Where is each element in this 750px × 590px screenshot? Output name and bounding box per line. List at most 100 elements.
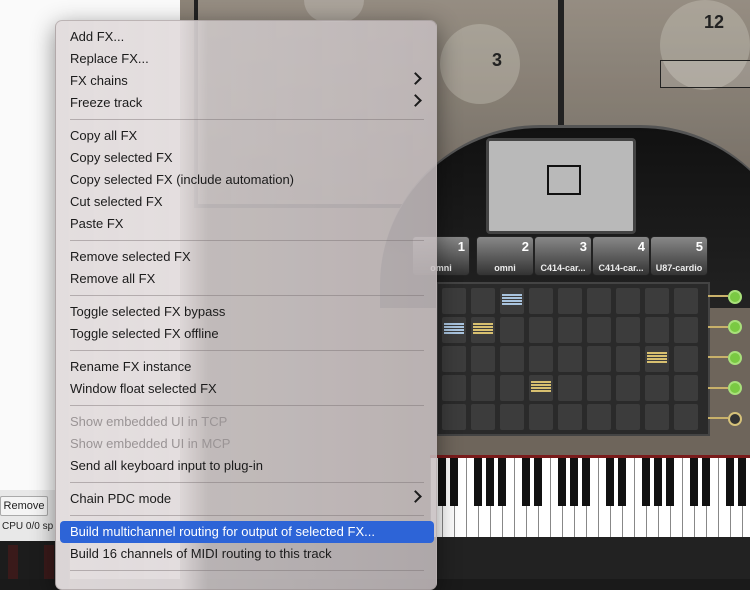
matrix-cell[interactable] (616, 404, 640, 430)
matrix-cell[interactable] (645, 375, 669, 401)
black-key[interactable] (558, 458, 566, 506)
menu-item-paste-fx[interactable]: Paste FX (60, 213, 434, 235)
menu-item-copy-selected-fx-automation[interactable]: Copy selected FX (include automation) (60, 169, 434, 191)
black-key[interactable] (642, 458, 650, 506)
menu-item-rename-fx[interactable]: Rename FX instance (60, 356, 434, 378)
menu-item-label: Freeze track (70, 95, 143, 110)
matrix-cell[interactable] (616, 346, 640, 372)
matrix-cell[interactable] (471, 404, 495, 430)
menu-item-label: Copy all FX (70, 128, 138, 143)
menu-item-window-float[interactable]: Window float selected FX (60, 378, 434, 400)
black-key[interactable] (438, 458, 446, 506)
matrix-cell[interactable] (616, 317, 640, 343)
menu-item-build-midi-routing[interactable]: Build 16 channels of MIDI routing to thi… (60, 543, 434, 565)
matrix-cell[interactable] (500, 375, 524, 401)
matrix-cell[interactable] (471, 375, 495, 401)
menu-item-fx-chains[interactable]: FX chains (60, 70, 434, 92)
black-key[interactable] (486, 458, 494, 506)
black-key[interactable] (702, 458, 710, 506)
matrix-cell[interactable] (442, 404, 466, 430)
matrix-cell[interactable] (500, 346, 524, 372)
matrix-cell[interactable] (529, 346, 553, 372)
menu-item-freeze-track[interactable]: Freeze track (60, 92, 434, 114)
matrix-cell[interactable] (471, 288, 495, 314)
matrix-cell[interactable] (674, 317, 698, 343)
black-key[interactable] (522, 458, 530, 506)
black-key[interactable] (498, 458, 506, 506)
black-key[interactable] (666, 458, 674, 506)
matrix-cell[interactable] (645, 317, 669, 343)
black-key[interactable] (474, 458, 482, 506)
matrix-cell[interactable] (587, 288, 611, 314)
piano-keyboard[interactable] (430, 455, 750, 540)
menu-item-cut-selected-fx[interactable]: Cut selected FX (60, 191, 434, 213)
matrix-cell[interactable] (558, 346, 582, 372)
matrix-cell[interactable] (587, 375, 611, 401)
chevron-right-icon (409, 490, 422, 503)
menu-separator (70, 119, 424, 120)
black-key[interactable] (726, 458, 734, 506)
routing-matrix[interactable] (436, 282, 710, 436)
mic-slot-2[interactable]: 2 omni (476, 236, 534, 276)
black-key[interactable] (618, 458, 626, 506)
menu-item-remove-selected-fx[interactable]: Remove selected FX (60, 246, 434, 268)
matrix-cell[interactable] (587, 346, 611, 372)
black-key[interactable] (534, 458, 542, 506)
matrix-cell[interactable] (558, 317, 582, 343)
mic-slot-label: C414-car... (598, 263, 644, 273)
menu-item-add-fx[interactable]: Add FX... (60, 26, 434, 48)
menu-separator (70, 295, 424, 296)
matrix-cell[interactable] (558, 375, 582, 401)
matrix-cell[interactable] (500, 404, 524, 430)
menu-item-toggle-offline[interactable]: Toggle selected FX offline (60, 323, 434, 345)
matrix-cell[interactable] (529, 317, 553, 343)
output-led-4[interactable] (728, 381, 742, 395)
matrix-cell[interactable] (674, 375, 698, 401)
matrix-cell[interactable] (616, 375, 640, 401)
menu-item-toggle-bypass[interactable]: Toggle selected FX bypass (60, 301, 434, 323)
matrix-cell[interactable] (500, 317, 524, 343)
output-led-5[interactable] (728, 412, 742, 426)
menu-item-copy-selected-fx[interactable]: Copy selected FX (60, 147, 434, 169)
menu-item-send-keyboard[interactable]: Send all keyboard input to plug-in (60, 455, 434, 477)
mic-number: 12 (704, 12, 725, 32)
black-key[interactable] (582, 458, 590, 506)
matrix-cell[interactable] (558, 404, 582, 430)
cpu-readout: CPU 0/0 sp (2, 521, 54, 532)
mic-slot-4[interactable]: 4 C414-car... (592, 236, 650, 276)
black-key[interactable] (450, 458, 458, 506)
remove-button[interactable]: Remove (0, 496, 48, 516)
matrix-cell[interactable] (442, 288, 466, 314)
matrix-cell[interactable] (616, 288, 640, 314)
matrix-cell[interactable] (558, 288, 582, 314)
output-led-3[interactable] (728, 351, 742, 365)
routing-rail (708, 356, 728, 358)
menu-item-copy-all-fx[interactable]: Copy all FX (60, 125, 434, 147)
menu-item-build-multichannel-routing[interactable]: Build multichannel routing for output of… (60, 521, 434, 543)
matrix-cell[interactable] (674, 404, 698, 430)
black-key[interactable] (690, 458, 698, 506)
black-key[interactable] (654, 458, 662, 506)
menu-item-replace-fx[interactable]: Replace FX... (60, 48, 434, 70)
output-led-1[interactable] (728, 290, 742, 304)
mic-slot-5[interactable]: 5 U87-cardio (650, 236, 708, 276)
matrix-cell[interactable] (471, 346, 495, 372)
output-led-2[interactable] (728, 320, 742, 334)
menu-item-chain-pdc-mode[interactable]: Chain PDC mode (60, 488, 434, 510)
matrix-cell[interactable] (442, 346, 466, 372)
matrix-cell[interactable] (587, 404, 611, 430)
mic-slot-3[interactable]: 3 C414-car... (534, 236, 592, 276)
matrix-cell[interactable] (674, 288, 698, 314)
black-key[interactable] (738, 458, 746, 506)
matrix-cell[interactable] (674, 346, 698, 372)
black-key[interactable] (570, 458, 578, 506)
menu-item-remove-all-fx[interactable]: Remove all FX (60, 268, 434, 290)
matrix-cell[interactable] (442, 375, 466, 401)
matrix-cell[interactable] (529, 288, 553, 314)
matrix-cell[interactable] (529, 404, 553, 430)
matrix-cell[interactable] (645, 404, 669, 430)
matrix-cell[interactable] (587, 317, 611, 343)
black-key[interactable] (606, 458, 614, 506)
mic-position-3[interactable]: 3 (440, 24, 520, 104)
matrix-cell[interactable] (645, 288, 669, 314)
